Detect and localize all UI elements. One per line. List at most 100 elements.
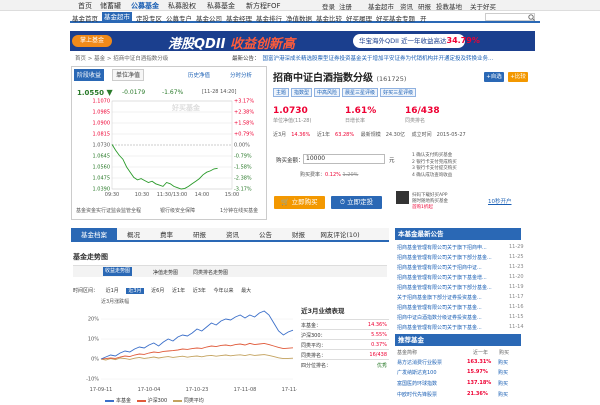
clock-icon: ⏱ — [339, 198, 345, 206]
about-link[interactable]: 关于好买 — [470, 1, 496, 11]
nav-pe[interactable]: 私募股权 — [168, 1, 196, 11]
table-row: 富国医药环球指数 137.18% 购买 — [397, 380, 509, 387]
subnav-open[interactable]: 开 — [420, 13, 427, 23]
note-fast-buy: 1分钟在线买基金 — [220, 208, 259, 214]
nav-public-fund[interactable]: 公募基金 — [131, 1, 159, 11]
range-3m[interactable]: 近3月 — [126, 288, 144, 294]
range-ytd[interactable]: 今年以来 — [214, 288, 234, 294]
tab-comments[interactable]: 网友评论(10) — [315, 228, 365, 242]
subnav-fund-home[interactable]: 基金首页 — [72, 13, 98, 23]
y-tick-label: 1.0560 — [93, 165, 111, 171]
y-tick-label: 1.0900 — [93, 121, 111, 127]
rank-value: 16/438 — [405, 106, 440, 116]
y-tick-label-pct: 0.00% — [234, 143, 250, 149]
tab-fees[interactable]: 费率 — [150, 228, 183, 242]
fund-tags: 主题 指数型 中高风险 晨星三星评级 好买三星评级 — [273, 88, 418, 97]
buy-now-button[interactable]: 🛒 立即购买 — [274, 196, 325, 209]
promo-banner[interactable]: 掌上基金 港股QDII 收益创新高 华宝海外QDII 近一年收益高达34.79% — [70, 31, 535, 51]
subnav-nav-data[interactable]: 净值数据 — [286, 13, 312, 23]
x-tick-label: 17-10-04 — [138, 387, 161, 393]
range-max[interactable]: 最大 — [241, 288, 251, 294]
breadcrumb: 首页 > 基金 > 招商中证白酒指数分级 — [75, 56, 169, 62]
tag-theme: 主题 — [273, 88, 290, 97]
x-tick-label: 17-11-08 — [234, 387, 257, 393]
announcement-item[interactable]: 招商基金管理有限公司关于旗下基金增... 11-20 — [397, 274, 524, 281]
announcement-item[interactable]: 招商基金管理有限公司关于旗下招商申... 11-29 — [397, 244, 524, 251]
x-tick-label: 17-11-20 — [282, 387, 297, 393]
tab-announcements[interactable]: 公告 — [249, 228, 282, 242]
edu-link[interactable]: 投教基地 — [436, 1, 462, 11]
y-tick-label-pct: +1.58% — [234, 121, 254, 127]
nav-series-line — [111, 144, 218, 190]
intraday-analysis-link[interactable]: 分时分析 — [230, 71, 252, 79]
day-growth-value: 1.61% — [345, 106, 377, 116]
open-account-link[interactable]: 10秒开户 — [488, 197, 512, 205]
notice-bar[interactable]: 最新公告： 国富沪港深成长精选股票型证券投资基金关于增加平安证券为代销机构并开通定… — [232, 54, 493, 62]
register-link[interactable]: 注册 — [339, 1, 352, 11]
subnav-topic[interactable]: 好买基金专题 — [376, 13, 415, 23]
y-tick-label: 0% — [91, 357, 99, 363]
main-tabs: 基金档案 概况 费率 研报 资讯 公告 财报 网友评论(10) — [71, 228, 389, 242]
note-security: 银行级安全保障 — [160, 208, 196, 214]
subnav-fund-market[interactable]: 基金超市 — [102, 12, 132, 23]
add-compare-button[interactable]: +比较 — [508, 72, 528, 82]
subtab-rank[interactable]: 同类排名走势图 — [193, 269, 228, 276]
tab-reports[interactable]: 财报 — [282, 228, 315, 242]
subnav-rating[interactable]: 好买履理 — [346, 13, 372, 23]
search-icon[interactable] — [528, 14, 535, 21]
y-tick-label: -10% — [86, 377, 99, 383]
tab-news[interactable]: 资讯 — [216, 228, 249, 242]
amount-unit: 元 — [389, 158, 395, 164]
tag-howbuy: 好买三星评级 — [380, 88, 417, 97]
perf-row: 同类排名： 16/438 — [301, 349, 389, 359]
announcement-item[interactable]: 关于招商基金旗下部分证券投资基金... 11-17 — [397, 294, 524, 301]
tab-unit-nav[interactable]: 单位净值 — [112, 69, 144, 81]
tab-stage-return[interactable]: 阶段收益 — [74, 69, 104, 81]
subtab-nav[interactable]: 净值走势图 — [153, 269, 178, 276]
fund-market-link[interactable]: 基金超市 — [368, 1, 394, 11]
subtab-return[interactable]: 收益走势图 — [103, 267, 133, 276]
announcement-item[interactable]: 招商基金管理有限公司关于旗下基金... 11-14 — [397, 324, 524, 331]
rank-label: 同类排名 — [405, 118, 426, 124]
subnav-company[interactable]: 基金公司 — [196, 13, 222, 23]
subnav-ranking[interactable]: 基金排行 — [256, 13, 282, 23]
tab-overview[interactable]: 概况 — [117, 228, 150, 242]
nav-private-fund[interactable]: 私募基金 — [207, 1, 235, 11]
legend-hs300-swatch — [136, 399, 146, 402]
login-link[interactable]: 登录 — [322, 1, 335, 11]
subnav-compare[interactable]: 基金比较 — [316, 13, 342, 23]
y-tick-label-pct: -1.58% — [234, 165, 252, 171]
auto-invest-button[interactable]: ⏱ 立即定投 — [331, 196, 382, 209]
research-link[interactable]: 研报 — [418, 1, 431, 11]
announcement-item[interactable]: 招商中证白酒指数分级证券投资基金... 11-15 — [397, 314, 524, 321]
nav-home[interactable]: 首页 — [78, 1, 92, 11]
unit-nav-label: 单位净值(11-28) — [273, 118, 312, 124]
nav-fof[interactable]: 新方程FOF — [246, 1, 281, 11]
range-1y[interactable]: 近1年 — [172, 288, 185, 294]
range-6m[interactable]: 近6月 — [151, 288, 164, 294]
banner-fund-box: 华宝海外QDII 近一年收益高达34.79% — [353, 34, 480, 48]
news-link[interactable]: 资讯 — [400, 1, 413, 11]
announcement-item[interactable]: 招商基金管理有限公司关于招商中证... 11-23 — [397, 264, 524, 271]
subnav-manager[interactable]: 基金经理 — [226, 13, 252, 23]
range-3y[interactable]: 近3年 — [193, 288, 206, 294]
announcement-item[interactable]: 招商基金管理有限公司关于旗下基金... 11-16 — [397, 304, 524, 311]
perf-row: 同类平均： 0.37% — [301, 339, 389, 349]
range-1m[interactable]: 近1月 — [106, 288, 119, 294]
subnav-special[interactable]: 公募专户 — [166, 13, 192, 23]
announcement-item[interactable]: 招商基金管理有限公司关于旗下部分基金... 11-25 — [397, 254, 524, 261]
add-watchlist-button[interactable]: +自选 — [484, 72, 504, 82]
app-badge: 掌上基金 — [72, 35, 112, 47]
tab-research[interactable]: 研报 — [183, 228, 216, 242]
nav-savings[interactable]: 储蓄罐 — [100, 1, 121, 11]
tab-archive[interactable]: 基金档案 — [71, 228, 117, 242]
y-tick-label-pct: +2.38% — [234, 110, 254, 116]
perf-title: 近3月业绩表现 — [301, 307, 345, 315]
amount-input[interactable]: 10000 — [303, 154, 385, 164]
subnav-plan[interactable]: 定投专区 — [136, 13, 162, 23]
performance-table: 近3月业绩表现 本基金： 14.36% 沪深300： 5.55% 同类平均： 0.37… — [301, 305, 389, 369]
table-row: 易方达消费行业股票 163.31% 购买 — [397, 359, 509, 366]
history-nav-link[interactable]: 历史净值 — [188, 71, 210, 79]
announcement-item[interactable]: 招商基金管理有限公司关于旗下部分基金... 11-19 — [397, 284, 524, 291]
x-tick-label: 15:00 — [225, 192, 239, 198]
